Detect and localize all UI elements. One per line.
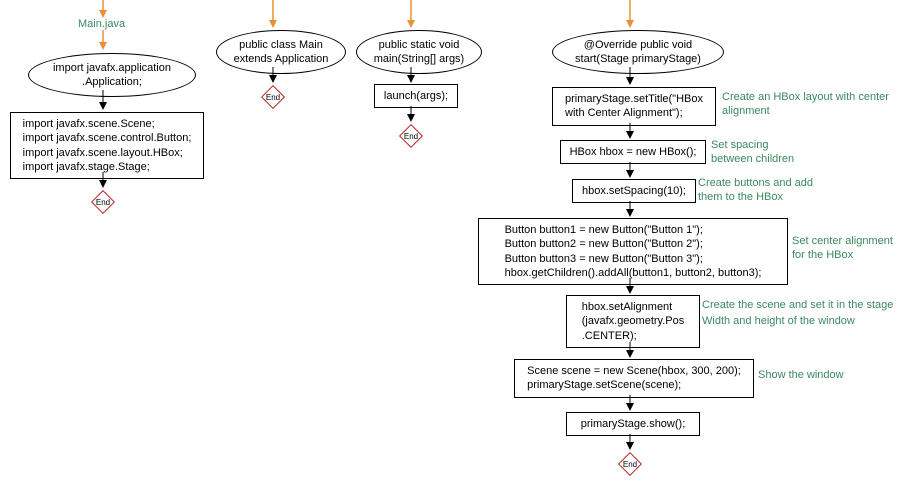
svg-text:End: End: [404, 132, 418, 141]
ellipse-class: public class Main extends Application: [216, 30, 346, 74]
svg-text:End: End: [266, 93, 280, 102]
arrow-icon: [624, 162, 636, 180]
arrow-icon: [405, 67, 417, 85]
comment: Create the scene and set it in the stage: [702, 298, 893, 312]
box-text: Scene scene = new Scene(hbox, 300, 200);…: [527, 364, 741, 393]
box-text: launch(args);: [384, 89, 448, 103]
arrow-icon: [267, 0, 279, 30]
comment: Set center alignment for the HBox: [792, 234, 893, 263]
arrow-icon: [97, 0, 109, 18]
comment: Show the window: [758, 368, 844, 382]
ellipse-text: @Override public void start(Stage primar…: [575, 38, 701, 67]
box-buttons: Button button1 = new Button("Button 1");…: [478, 218, 788, 285]
box-spacing: hbox.setSpacing(10);: [572, 179, 696, 203]
arrow-icon: [624, 395, 636, 413]
box-text: hbox.setSpacing(10);: [582, 184, 686, 198]
svg-text:End: End: [96, 198, 110, 207]
comment: Create buttons and add them to the HBox: [698, 176, 813, 205]
box-text: primaryStage.setTitle("HBox with Center …: [565, 92, 703, 121]
svg-text:End: End: [623, 460, 637, 469]
ellipse-text: public class Main extends Application: [234, 38, 329, 67]
box-text: primaryStage.show();: [581, 417, 686, 431]
box-launch: launch(args);: [374, 84, 458, 108]
ellipse-import-app: import javafx.application .Application;: [28, 53, 196, 97]
arrow-icon: [97, 90, 109, 112]
arrow-icon: [624, 278, 636, 296]
box-settitle: primaryStage.setTitle("HBox with Center …: [552, 87, 716, 126]
comment: Set spacing between children: [711, 138, 794, 167]
box-imports: import javafx.scene.Scene; import javafx…: [10, 112, 204, 179]
arrow-icon: [624, 0, 636, 30]
box-text: HBox hbox = new HBox();: [570, 145, 697, 159]
box-text: Button button1 = new Button("Button 1");…: [505, 223, 762, 280]
arrow-icon: [624, 123, 636, 141]
arrow-icon: [624, 67, 636, 87]
arrow-icon: [624, 342, 636, 360]
comment: Create an HBox layout with center alignm…: [722, 90, 921, 119]
ellipse-main: public static void main(String[] args): [356, 30, 482, 74]
arrow-icon: [97, 30, 109, 52]
box-hbox-new: HBox hbox = new HBox();: [560, 140, 706, 164]
box-text: hbox.setAlignment (javafx.geometry.Pos .…: [582, 300, 685, 343]
box-show: primaryStage.show();: [566, 412, 700, 436]
ellipse-text: public static void main(String[] args): [374, 38, 464, 67]
end-diamond: End: [616, 450, 644, 478]
box-align: hbox.setAlignment (javafx.geometry.Pos .…: [566, 295, 700, 348]
end-diamond: End: [259, 83, 287, 111]
arrow-icon: [405, 0, 417, 30]
end-diamond: End: [89, 188, 117, 216]
arrow-icon: [624, 201, 636, 219]
ellipse-text: import javafx.application .Application;: [53, 61, 171, 90]
ellipse-start: @Override public void start(Stage primar…: [552, 30, 724, 74]
end-diamond: End: [397, 122, 425, 150]
comment: Width and height of the window: [702, 314, 855, 328]
box-scene: Scene scene = new Scene(hbox, 300, 200);…: [514, 359, 754, 398]
box-text: import javafx.scene.Scene; import javafx…: [23, 117, 192, 174]
file-label: Main.java: [78, 18, 125, 30]
